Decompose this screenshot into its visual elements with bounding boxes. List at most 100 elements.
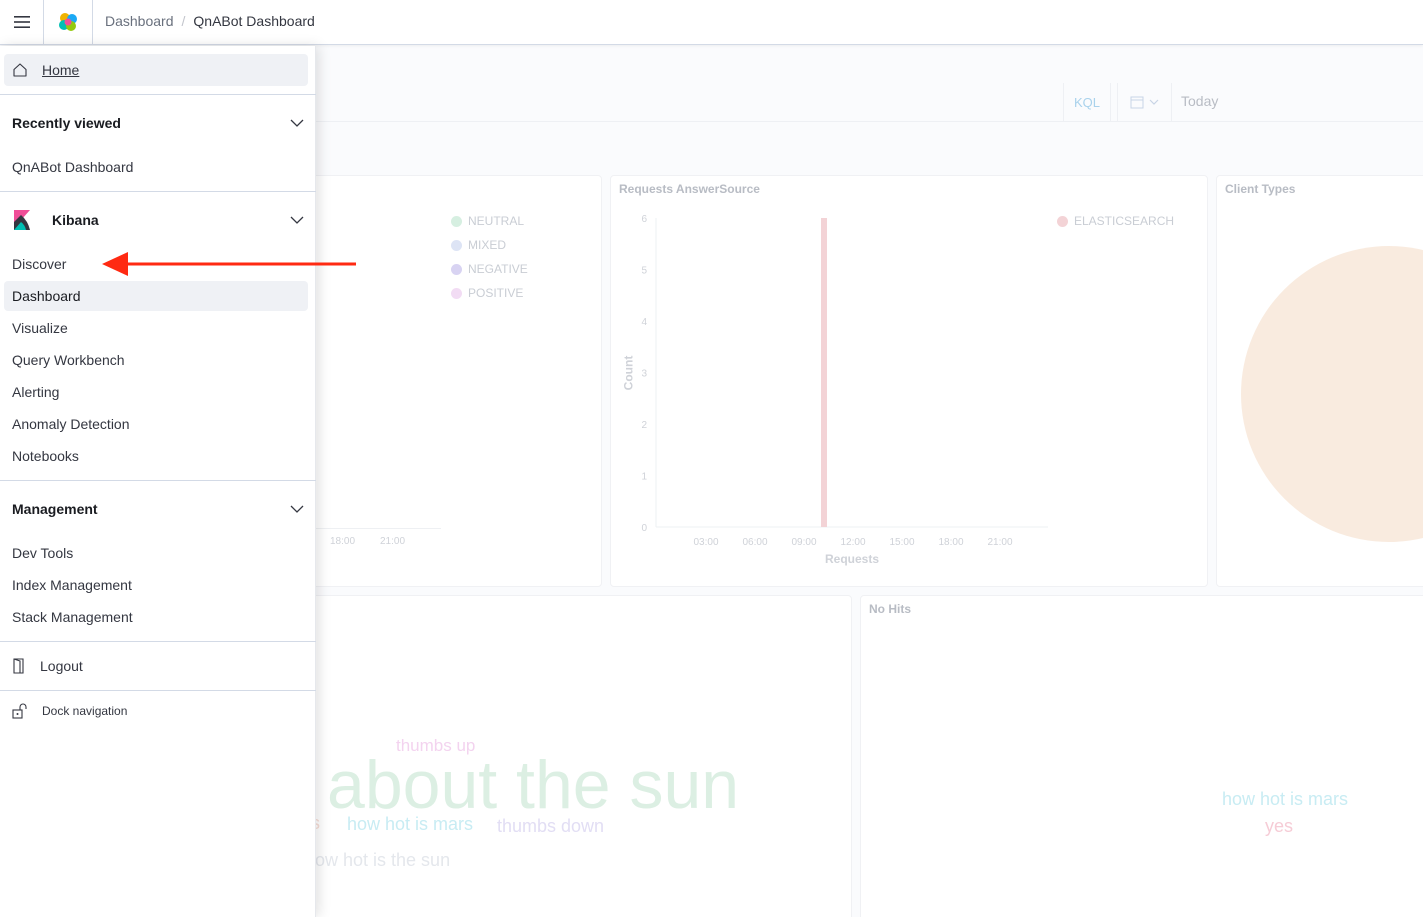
home-icon — [13, 63, 27, 77]
nav-item-index-management[interactable]: Index Management — [4, 570, 308, 600]
cloud-word[interactable]: ow hot is the sun — [315, 850, 450, 871]
legend-dot — [451, 239, 462, 251]
recently-viewed-toggle[interactable]: Recently viewed — [0, 105, 316, 141]
kibana-heading: Kibana — [12, 209, 99, 231]
nav-item-stack-management[interactable]: Stack Management — [4, 602, 308, 632]
date-range-text: Today — [1181, 93, 1219, 109]
annotation-arrow-icon — [102, 252, 356, 276]
pie-slice[interactable] — [1241, 246, 1423, 542]
legend-label: NEGATIVE — [468, 262, 528, 276]
answer-source-chart: 6 5 4 3 2 1 0 03:00 06:00 09:00 12:00 15:00 18:00 21:… — [641, 214, 1048, 548]
nav-divider — [0, 641, 316, 642]
management-section-toggle[interactable]: Management — [0, 491, 316, 527]
nav-divider — [0, 480, 316, 481]
query-bar — [316, 82, 1423, 122]
y-tick-label: 4 — [641, 317, 647, 328]
kql-toggle-button[interactable]: KQL — [1063, 83, 1111, 121]
nav-item-notebooks[interactable]: Notebooks — [4, 441, 308, 471]
legend-dot — [451, 287, 462, 299]
date-picker-button[interactable] — [1117, 83, 1172, 121]
x-tick-label: 21:00 — [987, 537, 1012, 548]
elastic-logo-icon — [59, 13, 77, 31]
nav-item-anomaly-detection[interactable]: Anomaly Detection — [4, 409, 308, 439]
logout-icon — [13, 658, 24, 674]
hamburger-icon — [13, 16, 30, 28]
legend-item[interactable]: ELASTICSEARCH — [1057, 214, 1174, 228]
breadcrumb: Dashboard / QnABot Dashboard — [105, 13, 315, 29]
legend-item[interactable]: NEUTRAL — [451, 214, 524, 228]
legend-label: MIXED — [468, 238, 507, 252]
client-types-panel: Client Types — [1216, 175, 1423, 587]
recent-item-qnabot-dashboard[interactable]: QnABot Dashboard — [4, 152, 308, 182]
x-axis-line — [311, 528, 441, 529]
no-hits-panel: No Hits how hot is mars yes — [860, 595, 1423, 917]
legend-label: ELASTICSEARCH — [1074, 214, 1175, 228]
breadcrumb-dashboard[interactable]: Dashboard — [105, 13, 174, 29]
panel-title: No Hits — [869, 602, 911, 616]
nav-divider — [0, 94, 316, 95]
header-bar: Dashboard / QnABot Dashboard — [0, 0, 1423, 45]
x-tick-label: 06:00 — [742, 537, 767, 548]
dock-navigation-button[interactable]: Dock navigation — [4, 696, 308, 726]
panel-title: Client Types — [1225, 182, 1296, 196]
logout-label: Logout — [40, 658, 83, 674]
chart-bar[interactable] — [821, 218, 827, 527]
y-tick-label: 5 — [641, 266, 647, 277]
y-tick-label: 0 — [641, 523, 647, 534]
nav-divider — [0, 690, 316, 691]
section-title: Kibana — [52, 212, 99, 228]
nav-home-link[interactable]: Home — [4, 54, 308, 86]
cloud-word[interactable]: thumbs down — [497, 816, 604, 837]
nav-home-label: Home — [42, 62, 80, 78]
legend-item[interactable]: NEGATIVE — [451, 262, 528, 276]
section-title: Recently viewed — [12, 115, 121, 131]
chevron-down-icon — [290, 505, 304, 513]
legend-label: NEUTRAL — [468, 214, 525, 228]
legend-item[interactable]: MIXED — [451, 238, 506, 252]
y-tick-label: 2 — [641, 420, 647, 431]
x-tick-label: 12:00 — [840, 537, 865, 548]
menu-toggle-button[interactable] — [0, 0, 44, 44]
calendar-icon — [1130, 96, 1158, 109]
y-tick-label: 1 — [641, 472, 647, 483]
chevron-down-icon — [290, 216, 304, 224]
lock-open-icon — [12, 703, 27, 719]
legend-label: POSITIVE — [468, 286, 524, 300]
x-tick-label: 18:00 — [330, 536, 356, 547]
x-tick-label: 15:00 — [889, 537, 914, 548]
cloud-word[interactable]: yes — [1265, 816, 1293, 837]
kibana-logo-icon — [14, 210, 30, 230]
nav-item-dev-tools[interactable]: Dev Tools — [4, 538, 308, 568]
nav-divider — [0, 191, 316, 192]
sentiment-panel: NEUTRAL MIXED NEGATIVE POSITIVE 18:00 21… — [270, 175, 602, 587]
dock-navigation-label: Dock navigation — [42, 704, 128, 718]
x-tick-label: 03:00 — [693, 537, 718, 548]
logout-button[interactable]: Logout — [4, 651, 308, 681]
navigation-flyout: Home Recently viewed QnABot Dashboard Ki… — [0, 46, 316, 917]
nav-item-query-workbench[interactable]: Query Workbench — [4, 345, 308, 375]
legend-item[interactable]: POSITIVE — [451, 286, 523, 300]
x-tick-label: 18:00 — [938, 537, 963, 548]
cloud-word[interactable]: how hot is mars — [1222, 789, 1348, 810]
cloud-word[interactable]: about the sun — [327, 746, 739, 824]
section-title: Management — [12, 501, 98, 517]
cloud-word[interactable]: how hot is mars — [347, 814, 473, 835]
elastic-logo[interactable] — [44, 0, 93, 44]
kibana-section-toggle[interactable]: Kibana — [0, 202, 316, 238]
x-axis-title: Requests — [825, 552, 880, 566]
breadcrumb-current: QnABot Dashboard — [193, 13, 315, 29]
nav-item-dashboard[interactable]: Dashboard — [4, 281, 308, 311]
legend-dot — [451, 263, 462, 275]
nav-item-visualize[interactable]: Visualize — [4, 313, 308, 343]
y-axis-title: Count — [621, 355, 636, 391]
legend-dot — [1057, 215, 1068, 227]
answer-source-panel: Requests AnswerSource 6 5 4 3 2 1 0 03:00 06:00 0… — [610, 175, 1208, 587]
nav-item-alerting[interactable]: Alerting — [4, 377, 308, 407]
breadcrumb-separator: / — [181, 13, 186, 29]
x-tick-label: 09:00 — [791, 537, 816, 548]
chevron-down-icon — [290, 119, 304, 127]
legend-dot — [451, 215, 462, 227]
x-tick-label: 21:00 — [380, 536, 406, 547]
y-tick-label: 3 — [641, 369, 647, 380]
utterances-cloud-panel: thumbs up about the sun s how hot is mar… — [270, 595, 852, 917]
